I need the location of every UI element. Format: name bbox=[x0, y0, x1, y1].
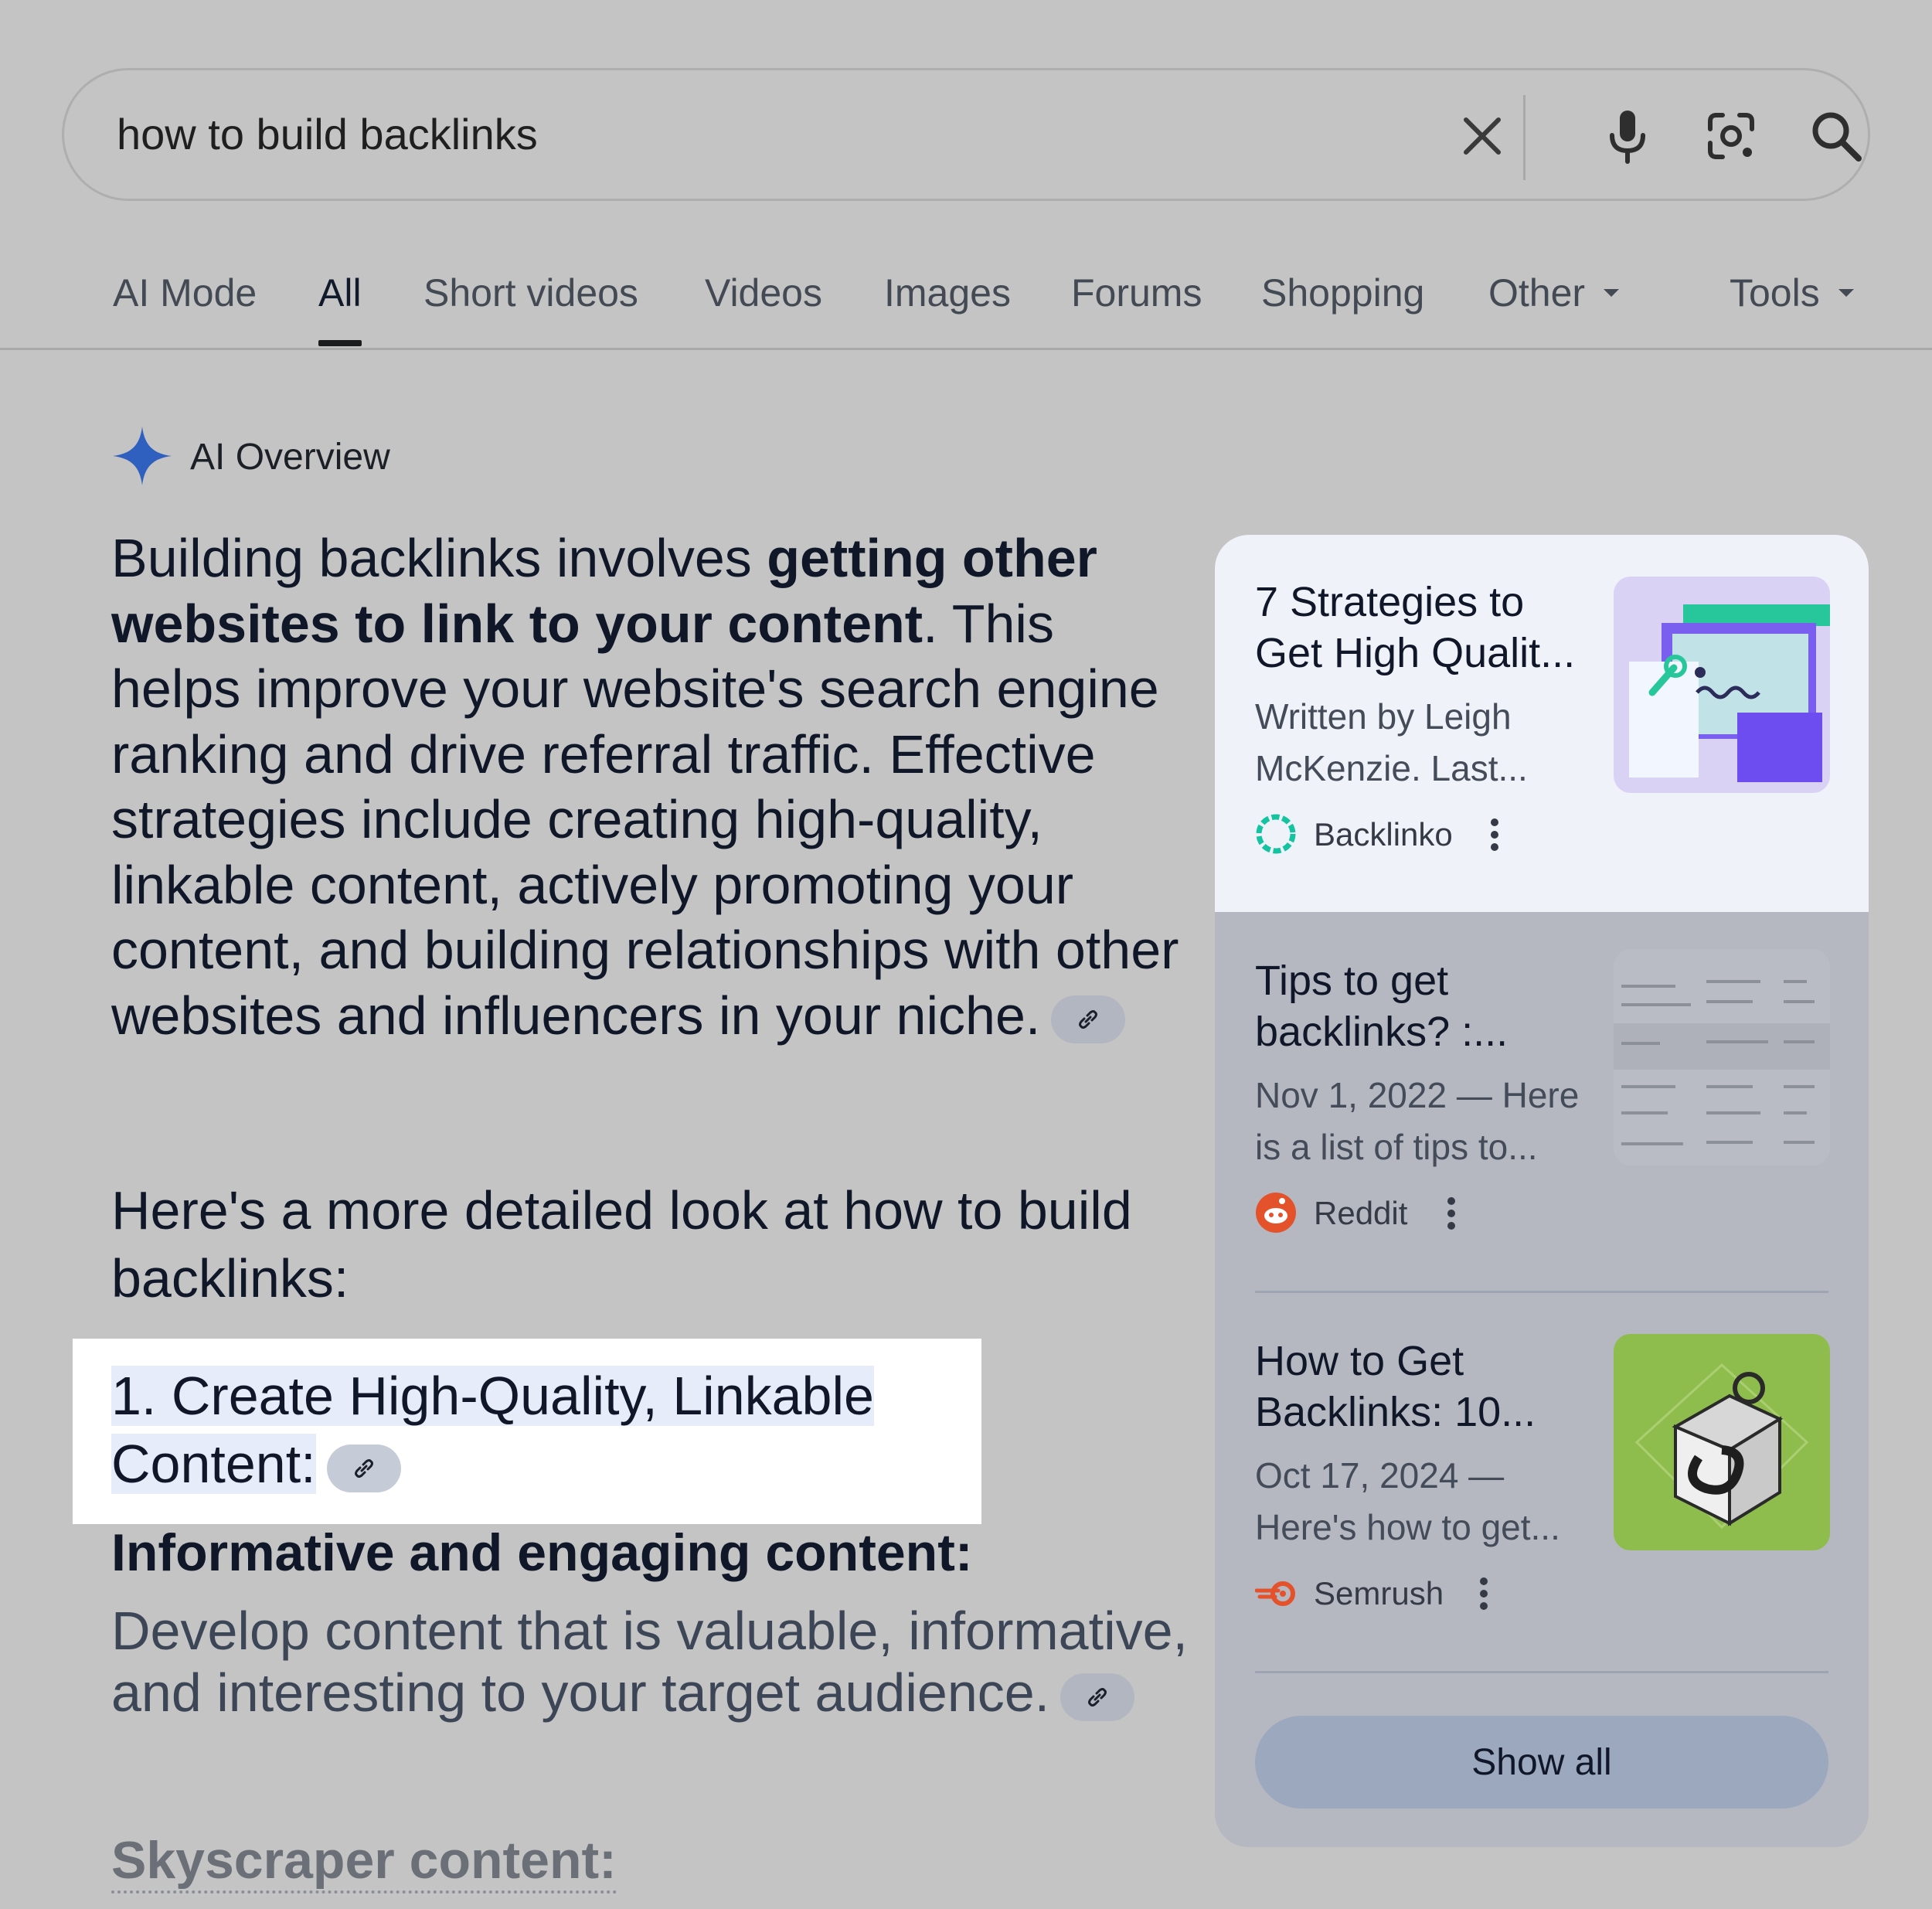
source-thumbnail[interactable] bbox=[1614, 577, 1830, 793]
toolbox-illustration-thumbnail bbox=[1614, 1334, 1830, 1550]
ai-sparkle-icon bbox=[113, 427, 172, 485]
caret-down-icon bbox=[1604, 288, 1620, 297]
step-1-heading: 1. Create High-Quality, Linkable Content… bbox=[111, 1362, 977, 1498]
show-all-button[interactable]: Show all bbox=[1255, 1716, 1828, 1809]
source-card-reddit[interactable]: Tips to get backlinks? :... Nov 1, 2022 … bbox=[1255, 949, 1830, 1264]
source-snippet: Written by Leigh McKenzie. Last... bbox=[1255, 696, 1528, 788]
source-title[interactable]: Tips to get backlinks? :... bbox=[1255, 955, 1595, 1057]
tab-short-videos[interactable]: Short videos bbox=[423, 271, 638, 315]
clear-icon[interactable] bbox=[1447, 101, 1517, 171]
source-card-backlinko[interactable]: 7 Strategies to Get High Qualit... Writt… bbox=[1255, 577, 1830, 886]
caret-down-icon bbox=[1838, 288, 1854, 297]
source-site-name: Semrush bbox=[1314, 1575, 1444, 1611]
tab-ai-mode[interactable]: AI Mode bbox=[113, 271, 257, 315]
more-options-icon[interactable] bbox=[1475, 1570, 1493, 1617]
link-icon bbox=[1079, 1010, 1098, 1029]
semrush-logo-icon bbox=[1255, 1581, 1295, 1606]
table-screenshot-thumbnail bbox=[1614, 949, 1830, 1165]
search-icon[interactable] bbox=[1801, 101, 1871, 171]
source-site[interactable]: Semrush bbox=[1255, 1570, 1564, 1617]
sub-body-text: Develop content that is valuable, inform… bbox=[111, 1601, 1188, 1723]
source-thumbnail[interactable] bbox=[1614, 1334, 1830, 1550]
tab-tools[interactable]: Tools bbox=[1730, 271, 1854, 315]
tab-forums[interactable]: Forums bbox=[1071, 271, 1202, 315]
detail-intro: Here's a more detailed look at how to bu… bbox=[111, 1180, 1132, 1308]
link-icon bbox=[1088, 1687, 1107, 1707]
search-divider bbox=[1523, 95, 1526, 180]
sub-heading-skyscraper[interactable]: Skyscraper content: bbox=[111, 1830, 617, 1894]
search-tabs: AI Mode All Short videos Videos Images F… bbox=[0, 263, 1932, 349]
source-title[interactable]: 7 Strategies to Get High Qualit... bbox=[1255, 577, 1595, 679]
summary-text-1: Building backlinks involves bbox=[111, 528, 767, 588]
sub-body-informative: Develop content that is valuable, inform… bbox=[111, 1600, 1209, 1724]
source-snippet: Oct 17, 2024 — Here's how to get... bbox=[1255, 1455, 1560, 1547]
citation-link-button[interactable] bbox=[1060, 1673, 1135, 1721]
source-thumbnail[interactable] bbox=[1614, 949, 1830, 1165]
more-options-icon[interactable] bbox=[1442, 1190, 1461, 1237]
tab-all[interactable]: All bbox=[318, 271, 362, 315]
source-site-name: Reddit bbox=[1314, 1195, 1408, 1231]
citation-link-button[interactable] bbox=[1051, 995, 1126, 1044]
microphone-icon[interactable] bbox=[1593, 101, 1662, 171]
source-separator bbox=[1255, 1671, 1828, 1673]
reddit-logo-icon bbox=[1256, 1193, 1296, 1233]
source-snippet: Nov 1, 2022 — Here is a list of tips to.… bbox=[1255, 1075, 1580, 1167]
tab-other-label: Other bbox=[1488, 271, 1586, 315]
citation-link-button[interactable] bbox=[326, 1444, 401, 1492]
tab-tools-label: Tools bbox=[1730, 271, 1820, 315]
source-site-name: Backlinko bbox=[1314, 816, 1453, 852]
ai-overview-title: AI Overview bbox=[190, 437, 390, 478]
ai-overview-summary: Building backlinks involves getting othe… bbox=[111, 526, 1193, 1048]
active-tab-indicator bbox=[318, 340, 362, 346]
tab-images[interactable]: Images bbox=[884, 271, 1011, 315]
link-icon bbox=[354, 1458, 373, 1478]
source-card-semrush[interactable]: How to Get Backlinks: 10... Oct 17, 2024… bbox=[1255, 1334, 1830, 1645]
tab-videos[interactable]: Videos bbox=[705, 271, 822, 315]
step-1-title: 1. Create High-Quality, Linkable Content… bbox=[111, 1366, 874, 1494]
summary-text-2: . This helps improve your website's sear… bbox=[111, 593, 1179, 1046]
tab-other[interactable]: Other bbox=[1488, 271, 1620, 315]
sources-panel: 7 Strategies to Get High Qualit... Writt… bbox=[1215, 535, 1869, 1847]
source-site[interactable]: Backlinko bbox=[1255, 812, 1564, 858]
tabs-divider bbox=[0, 348, 1932, 350]
search-input[interactable]: how to build backlinks bbox=[117, 109, 538, 159]
source-title[interactable]: How to Get Backlinks: 10... bbox=[1255, 1336, 1595, 1438]
search-bar[interactable]: how to build backlinks bbox=[62, 68, 1870, 201]
camera-lens-icon[interactable] bbox=[1696, 101, 1766, 171]
source-site[interactable]: Reddit bbox=[1255, 1190, 1564, 1237]
illustration-thumbnail bbox=[1614, 577, 1830, 793]
more-options-icon[interactable] bbox=[1485, 812, 1504, 858]
source-separator bbox=[1255, 1291, 1828, 1293]
sub-heading-informative: Informative and engaging content: bbox=[111, 1523, 973, 1582]
backlinko-logo-icon bbox=[1256, 814, 1296, 854]
tab-shopping[interactable]: Shopping bbox=[1261, 271, 1424, 315]
